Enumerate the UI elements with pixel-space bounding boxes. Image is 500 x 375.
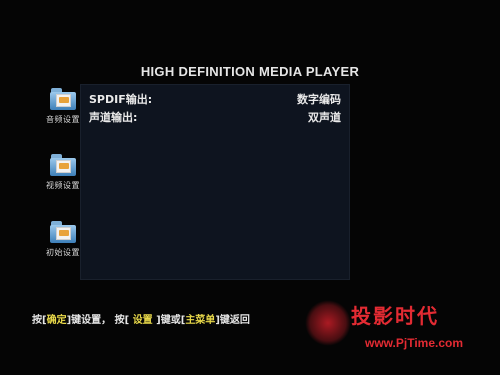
watermark-emblem-icon	[305, 300, 351, 346]
setting-row-channel-output[interactable]: 声道输出: 双声道	[89, 109, 341, 127]
page-title: HIGH DEFINITION MEDIA PLAYER	[140, 64, 360, 79]
hint-key-confirm: 确定	[46, 315, 67, 326]
hint-key-main-menu: 主菜单	[185, 315, 216, 326]
hint-text: ]键	[215, 315, 230, 326]
settings-panel: SPDIF输出: 数字编码 声道输出: 双声道	[80, 84, 350, 280]
hint-text: 按[	[32, 315, 47, 326]
hint-text: ]键或[	[152, 315, 186, 326]
audio-settings-folder-icon	[50, 88, 76, 110]
watermark-url: www.PjTime.com	[365, 336, 464, 350]
initial-settings-folder-icon	[50, 221, 76, 243]
setting-row-spdif-output[interactable]: SPDIF输出: 数字编码	[89, 91, 341, 109]
video-settings-folder-icon	[50, 154, 76, 176]
hint-text: ]键设置， 按[	[66, 315, 133, 326]
hint-text: 返回	[229, 315, 250, 326]
setting-value: 数字编码	[297, 93, 341, 106]
setting-value: 双声道	[308, 111, 341, 124]
watermark-logo: 投影时代 www.PjTime.com	[305, 296, 495, 358]
setting-label: 声道输出:	[89, 111, 138, 124]
watermark-title: 投影时代	[351, 304, 439, 328]
hint-key-setup: 设置	[132, 315, 153, 326]
footer-hint: 按[确定]键设置， 按[ 设置 ]键或[主菜单]键返回	[32, 311, 250, 326]
setting-label: SPDIF输出:	[89, 93, 153, 106]
